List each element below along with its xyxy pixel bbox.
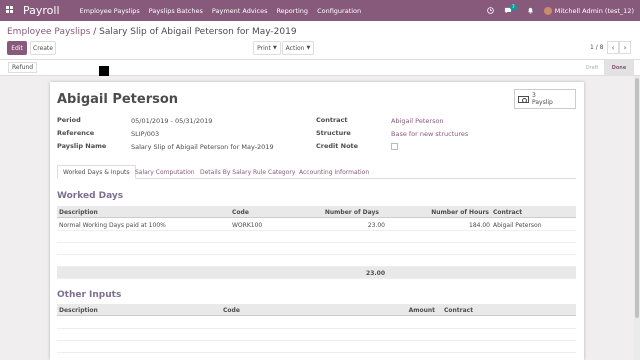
payslip-smart-button[interactable]: 3 Payslip [514, 89, 576, 109]
create-button[interactable]: Create [30, 41, 56, 55]
chevron-left-icon: ‹ [611, 43, 615, 52]
chat-count-badge: 7 [509, 5, 517, 10]
vertical-scrollbar[interactable] [634, 76, 640, 360]
worked-days-title: Worked Days [57, 191, 124, 201]
col-number-of-hours[interactable]: Number of Hours [387, 206, 489, 218]
print-dropdown[interactable]: Print ▼ [253, 41, 281, 55]
action-dropdown[interactable]: Action ▼ [282, 41, 314, 55]
empty-row [57, 231, 576, 243]
stage-done[interactable]: Done [604, 60, 634, 76]
chevron-right-icon: › [623, 43, 627, 52]
breadcrumb-separator: / [90, 27, 100, 37]
payslip-label: Payslip [532, 99, 553, 106]
print-label: Print [257, 44, 271, 52]
menu-reporting[interactable]: Reporting [276, 7, 308, 15]
clock-icon[interactable] [487, 7, 494, 14]
stage-draft[interactable]: Draft [580, 60, 604, 76]
user-name[interactable]: Mitchell Admin (test_12) [555, 7, 634, 15]
tab-worked-days-inputs[interactable]: Worked Days & Inputs [57, 165, 136, 179]
cell-contract: Abigail Peterson [493, 221, 542, 229]
other-inputs-table: Description Code Amount Contract [57, 304, 576, 360]
caret-down-icon: ▼ [306, 45, 311, 51]
apps-menu-icon[interactable] [6, 5, 15, 16]
empty-row [57, 317, 576, 329]
col-number-of-days[interactable]: Number of Days [289, 206, 379, 218]
empty-row [57, 341, 576, 353]
col-contract[interactable]: Contract [493, 206, 522, 218]
breadcrumb: Employee Payslips / Salary Slip of Abiga… [7, 27, 297, 37]
col-description[interactable]: Description [59, 206, 98, 218]
cell-code: WORK100 [232, 221, 263, 229]
empty-row [57, 329, 576, 341]
cell-hours: 184.00 [469, 221, 490, 229]
redaction-block [99, 66, 109, 76]
breadcrumb-current: Salary Slip of Abigail Peterson for May-… [99, 27, 297, 37]
app-title[interactable]: Payroll [23, 4, 60, 17]
contract-link[interactable]: Abigail Peterson [391, 117, 444, 125]
table-footer: 23.00 [57, 267, 576, 279]
contract-label: Contract [316, 116, 348, 124]
scrollbar-thumb[interactable] [635, 78, 639, 318]
payslip-name-value: Salary Slip of Abigail Peterson for May-… [131, 143, 274, 151]
pager-value[interactable]: 1 / 8 [590, 44, 603, 51]
systray: 7 Mitchell Admin (test_12) [477, 5, 634, 15]
employee-name: Abigail Peterson [57, 92, 179, 107]
empty-row [57, 255, 576, 267]
menu-payment-advices[interactable]: Payment Advices [212, 7, 268, 15]
cell-description: Normal Working Days paid at 100% [59, 221, 166, 229]
credit-note-checkbox[interactable] [391, 143, 398, 150]
refund-button[interactable]: Refund [8, 62, 38, 73]
col-amount[interactable]: Amount [319, 304, 435, 316]
activity-icon[interactable] [527, 7, 534, 14]
top-navbar: Payroll Employee Payslips Payslips Batch… [0, 0, 640, 21]
tab-details-by-salary-rule-category[interactable]: Details By Salary Rule Category [195, 165, 300, 179]
tab-accounting-information[interactable]: Accounting Information [294, 165, 374, 179]
money-icon [518, 95, 529, 103]
payslip-name-label: Payslip Name [57, 142, 107, 150]
pager-previous-button[interactable]: ‹ [607, 41, 619, 54]
period-label: Period [57, 116, 81, 124]
payslip-count: 3 [532, 92, 536, 99]
col-code[interactable]: Code [223, 304, 240, 316]
worked-days-table: Description Code Number of Days Number o… [57, 206, 576, 279]
period-value: 05/01/2019 - 05/31/2019 [131, 117, 213, 125]
col-contract[interactable]: Contract [444, 304, 473, 316]
form-notebook-tabs: Worked Days & Inputs Salary Computation … [57, 165, 576, 179]
main-menu: Employee Payslips Payslips Batches Payme… [80, 7, 371, 15]
status-bar: Refund Draft Done [0, 60, 640, 76]
credit-note-label: Credit Note [316, 142, 359, 150]
breadcrumb-parent[interactable]: Employee Payslips [7, 27, 90, 37]
menu-configuration[interactable]: Configuration [317, 7, 361, 15]
table-row[interactable]: Normal Working Days paid at 100% WORK100… [57, 219, 576, 231]
pager-next-button[interactable]: › [619, 41, 631, 54]
empty-row [57, 243, 576, 255]
menu-employee-payslips[interactable]: Employee Payslips [80, 7, 140, 15]
table-header: Description Code Number of Days Number o… [57, 206, 576, 218]
other-inputs-title: Other Inputs [57, 290, 122, 300]
reference-value: SLIP/003 [131, 130, 160, 138]
action-label: Action [285, 44, 305, 52]
payslip-count-group: 3 Payslip [532, 92, 553, 106]
structure-link[interactable]: Base for new structures [391, 130, 468, 138]
chat-icon[interactable]: 7 [504, 5, 517, 14]
form-sheet: Abigail Peterson 3 Payslip Period 05/01/… [50, 82, 584, 360]
control-panel: Employee Payslips / Salary Slip of Abiga… [0, 21, 640, 60]
col-code[interactable]: Code [232, 206, 249, 218]
tab-salary-computation[interactable]: Salary Computation [130, 165, 200, 179]
total-days: 23.00 [366, 269, 385, 277]
user-avatar[interactable] [543, 6, 552, 15]
table-header: Description Code Amount Contract [57, 304, 576, 316]
caret-down-icon: ▼ [272, 45, 277, 51]
structure-label: Structure [316, 129, 351, 137]
cell-days: 23.00 [367, 221, 385, 229]
col-description[interactable]: Description [59, 304, 98, 316]
reference-label: Reference [57, 129, 95, 137]
menu-payslips-batches[interactable]: Payslips Batches [149, 7, 203, 15]
edit-button[interactable]: Edit [7, 41, 27, 55]
